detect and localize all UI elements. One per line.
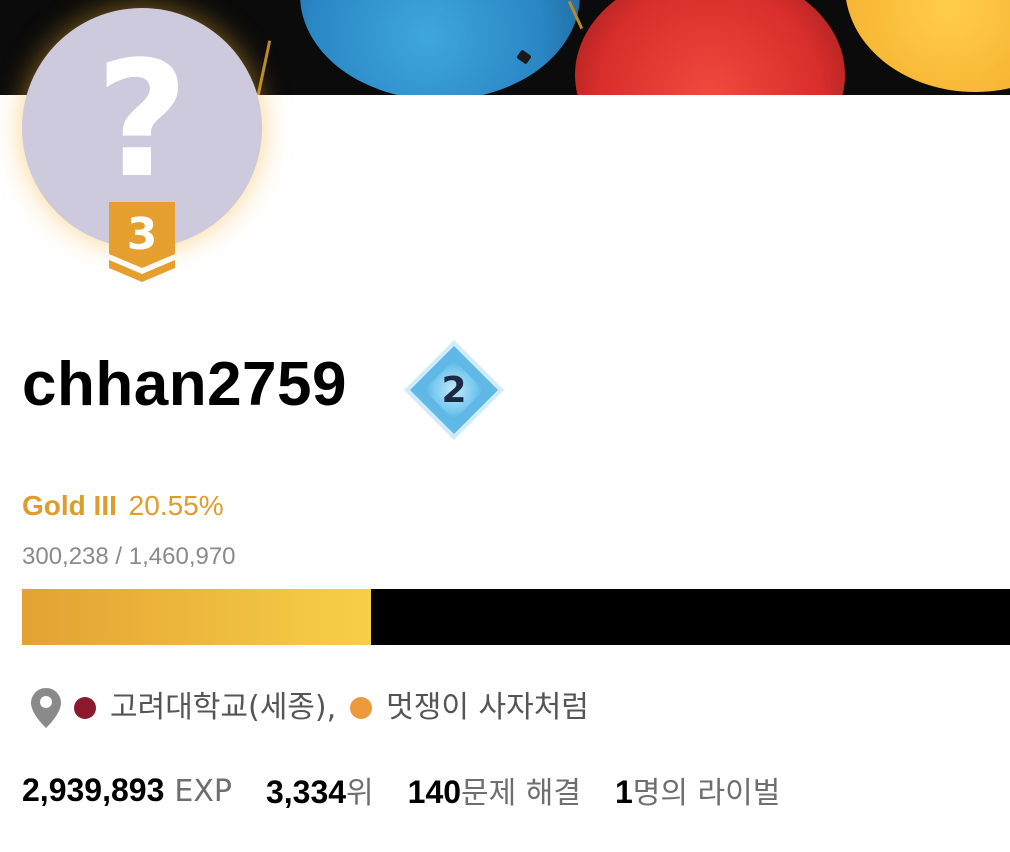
tier-name: Gold III (22, 490, 117, 521)
tier-progress-fill (22, 589, 372, 645)
organization-link[interactable]: 고려대학교(세종) (110, 688, 327, 728)
tier-progress-bar (22, 589, 1010, 645)
stat-rank-unit: 위 (346, 776, 374, 811)
stat-rivals-unit: 명의 라이벌 (632, 776, 781, 811)
class-badge[interactable]: 2 (400, 336, 508, 444)
profile-info-row: 고려대학교(세종) , 멋쟁이 사자처럼 (22, 684, 982, 732)
stat-rank-value: 3,334 (265, 774, 347, 810)
tier-summary: Gold III 20.55% (22, 488, 224, 524)
stat-solved-unit: 문제 해결 (461, 776, 581, 811)
class-level: 2 (441, 370, 467, 411)
stat-exp-unit: EXP (174, 773, 232, 809)
info-separator: , (326, 690, 337, 726)
tier-percent: 20.55% (128, 490, 224, 521)
stat-exp-value: 2,939,893 (22, 771, 165, 808)
rating-progress-text: 300,238 / 1,460,970 (22, 543, 236, 570)
stat-solved-value: 140 (407, 774, 462, 810)
tier-badge-level: 3 (126, 209, 158, 260)
stat-rank[interactable]: 3,334 위 (266, 768, 374, 812)
profile-stats-row: 2,939,893 EXP 3,334 위 140 문제 해결 1 명의 라이벌 (22, 766, 814, 814)
username: chhan2759 (22, 350, 348, 419)
stat-exp: 2,939,893 EXP (22, 772, 232, 809)
badge-dot (350, 697, 373, 719)
balloon-red-image (575, 0, 845, 95)
balloon-blue-image (300, 0, 580, 95)
location-pin-icon (31, 688, 61, 728)
stat-rivals[interactable]: 1 명의 라이벌 (615, 768, 780, 812)
stat-solved[interactable]: 140 문제 해결 (408, 768, 581, 812)
stat-rivals-value: 1 (614, 774, 633, 810)
avatar-placeholder-icon: ? (95, 26, 189, 213)
badge-name-link[interactable]: 멋쟁이 사자처럼 (386, 688, 589, 728)
organization-dot (74, 697, 96, 719)
tier-badge[interactable]: 3 (109, 202, 175, 284)
balloon-yellow-image (845, 0, 1010, 92)
